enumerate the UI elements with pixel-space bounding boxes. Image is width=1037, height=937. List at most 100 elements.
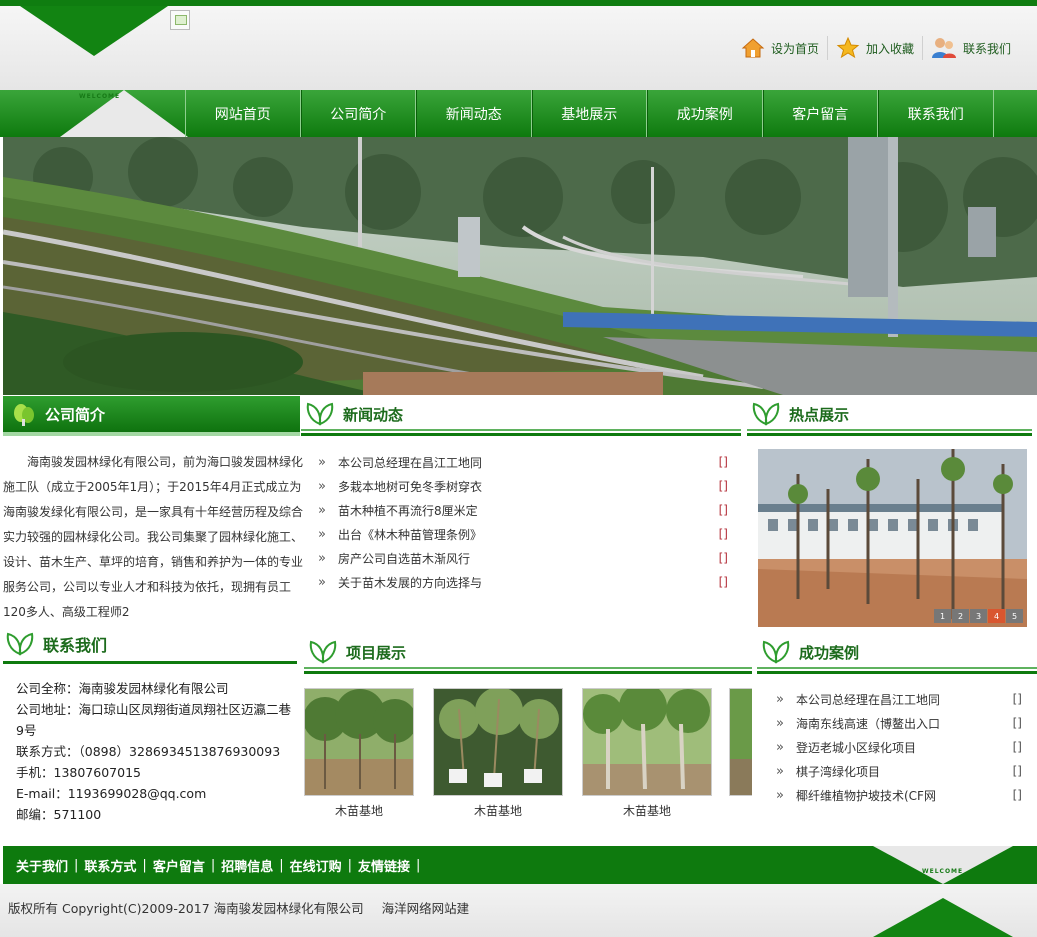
header-triangle-decoration [20, 6, 168, 56]
news-item-text[interactable]: 本公司总经理在昌江工地同 [338, 454, 716, 471]
list-item[interactable]: » 棋子湾绿化项目[] [776, 759, 1022, 783]
hero-banner-image [3, 137, 1037, 395]
list-item[interactable]: » 海南东线高速（博鳌出入口[] [776, 711, 1022, 735]
case-item-date: [] [1012, 764, 1022, 778]
hot-section-header: 热点展示 [747, 398, 1032, 436]
double-chevron-icon: » [776, 739, 784, 755]
contact-us-label: 联系我们 [962, 41, 1011, 56]
list-item[interactable]: » 登迈老城小区绿化项目[] [776, 735, 1022, 759]
header-quick-links: 设为首页 加入收藏 联系我们 [733, 34, 1019, 62]
nav-item-home[interactable]: 网站首页 [185, 90, 301, 137]
project-caption[interactable]: 木苗基地 [582, 802, 712, 819]
company-address: 公司地址：海口琼山区凤翔街道凤翔社区迈瀛二巷9号 [16, 702, 292, 738]
case-item-text[interactable]: 椰纤维植物护坡技术(CF网 [796, 787, 1010, 804]
project-card[interactable]: 木苗基地 [304, 688, 414, 819]
nav-item-guestbook[interactable]: 客户留言 [762, 90, 878, 137]
double-chevron-icon: » [776, 715, 784, 731]
nav-item-cases[interactable]: 成功案例 [647, 90, 763, 137]
nav-item-about[interactable]: 公司简介 [300, 90, 416, 137]
news-item-text[interactable]: 关于苗木发展的方向选择与 [338, 574, 716, 591]
home-icon [741, 38, 765, 58]
double-chevron-icon: » [318, 550, 326, 566]
double-chevron-icon: » [318, 502, 326, 518]
cases-title: 成功案例 [799, 643, 860, 662]
nav-item-base[interactable]: 基地展示 [531, 90, 647, 137]
case-item-text[interactable]: 登迈老城小区绿化项目 [796, 739, 1010, 756]
copyright-text: 版权所有 Copyright(C)2009-2017 海南骏发园林绿化有限公司 … [8, 898, 469, 917]
case-item-date: [] [1012, 740, 1022, 754]
project-photo[interactable] [304, 688, 414, 796]
company-phone: 联系方式：（0898）3286934513876930093 [16, 744, 281, 759]
add-favorite-link[interactable]: 加入收藏 [826, 36, 922, 60]
company-email: E-mail：1193699028@qq.com [16, 786, 207, 801]
news-item-text[interactable]: 苗木种植不再流行8厘米定 [338, 502, 716, 519]
about-title: 公司简介 [45, 405, 106, 424]
slide-page-1[interactable]: 1 [934, 609, 951, 623]
list-item[interactable]: » 本公司总经理在昌江工地同[] [318, 450, 728, 474]
double-chevron-icon: » [318, 454, 326, 470]
news-item-date: [] [718, 479, 728, 493]
list-item[interactable]: » 椰纤维植物护坡技术(CF网[] [776, 783, 1022, 807]
double-chevron-icon: » [318, 526, 326, 542]
list-item[interactable]: » 房产公司自选苗木渐风行[] [318, 546, 728, 570]
footer-links: 关于我们 | 联系方式 | 客户留言 | 招聘信息 | 在线订购 | 友情链接 | [16, 856, 421, 875]
nav-item-contact[interactable]: 联系我们 [878, 90, 994, 137]
project-caption[interactable]: 木苗基地 [304, 802, 414, 819]
news-title: 新闻动态 [343, 405, 404, 424]
contact-person-icon [931, 38, 956, 58]
project-card-partial[interactable] [729, 688, 752, 796]
double-chevron-icon: » [776, 787, 784, 803]
tree-icon [14, 404, 34, 426]
footer-link-order[interactable]: 在线订购 [290, 856, 342, 875]
list-item[interactable]: » 关于苗木发展的方向选择与[] [318, 570, 728, 594]
list-item[interactable]: » 多栽本地树可免冬季树穿衣[] [318, 474, 728, 498]
double-chevron-icon: » [318, 574, 326, 590]
project-caption[interactable]: 木苗基地 [433, 802, 563, 819]
logo-image-broken-icon [170, 10, 190, 30]
cases-list: » 本公司总经理在昌江工地同[] » 海南东线高速（博鳌出入口[] » 登迈老城小区绿… [776, 687, 1022, 807]
star-icon [836, 36, 860, 59]
main-nav: 网站首页 公司简介 新闻动态 基地展示 成功案例 客户留言 联系我们 [185, 90, 994, 137]
double-chevron-icon: » [776, 691, 784, 707]
list-item[interactable]: » 苗木种植不再流行8厘米定[] [318, 498, 728, 522]
news-item-text[interactable]: 出台《林木种苗管理条例》 [338, 526, 716, 543]
project-photo[interactable] [433, 688, 563, 796]
case-item-text[interactable]: 本公司总经理在昌江工地同 [796, 691, 1010, 708]
slide-page-3[interactable]: 3 [970, 609, 987, 623]
news-item-text[interactable]: 房产公司自选苗木渐风行 [338, 550, 716, 567]
case-item-text[interactable]: 棋子湾绿化项目 [796, 763, 1010, 780]
news-item-date: [] [718, 575, 728, 589]
double-chevron-icon: » [776, 763, 784, 779]
welcome-mark: WELCOME [79, 93, 121, 100]
site-builder-link[interactable]: 海洋网络网站建 [382, 901, 470, 916]
footer-link-jobs[interactable]: 招聘信息 [221, 856, 273, 875]
slide-page-5[interactable]: 5 [1006, 609, 1023, 623]
news-item-date: [] [718, 551, 728, 565]
hot-title: 热点展示 [789, 405, 850, 424]
project-photo[interactable] [729, 688, 752, 796]
contact-title: 联系我们 [43, 636, 108, 655]
add-favorite-label: 加入收藏 [865, 41, 914, 56]
project-card[interactable]: 木苗基地 [433, 688, 563, 819]
news-item-text[interactable]: 多栽本地树可免冬季树穿衣 [338, 478, 716, 495]
project-photo[interactable] [582, 688, 712, 796]
set-homepage-link[interactable]: 设为首页 [733, 36, 827, 60]
footer-link-guestbook[interactable]: 客户留言 [153, 856, 205, 875]
nav-item-news[interactable]: 新闻动态 [416, 90, 532, 137]
hot-slideshow[interactable]: 1 2 3 4 5 [758, 449, 1027, 627]
list-item[interactable]: » 出台《林木种苗管理条例》[] [318, 522, 728, 546]
slide-page-4[interactable]: 4 [988, 609, 1005, 623]
footer-link-about[interactable]: 关于我们 [16, 856, 68, 875]
footer-link-contact[interactable]: 联系方式 [84, 856, 136, 875]
slide-page-2[interactable]: 2 [952, 609, 969, 623]
double-chevron-icon: » [318, 478, 326, 494]
projects-section-header: 项目展示 [304, 636, 752, 674]
footer-link-friends[interactable]: 友情链接 [358, 856, 410, 875]
leaf-icon [762, 640, 790, 664]
list-item[interactable]: » 本公司总经理在昌江工地同[] [776, 687, 1022, 711]
slideshow-pager: 1 2 3 4 5 [934, 609, 1023, 623]
case-item-date: [] [1012, 788, 1022, 802]
case-item-text[interactable]: 海南东线高速（博鳌出入口 [796, 715, 1010, 732]
contact-us-link[interactable]: 联系我们 [921, 36, 1019, 60]
project-card[interactable]: 木苗基地 [582, 688, 712, 819]
